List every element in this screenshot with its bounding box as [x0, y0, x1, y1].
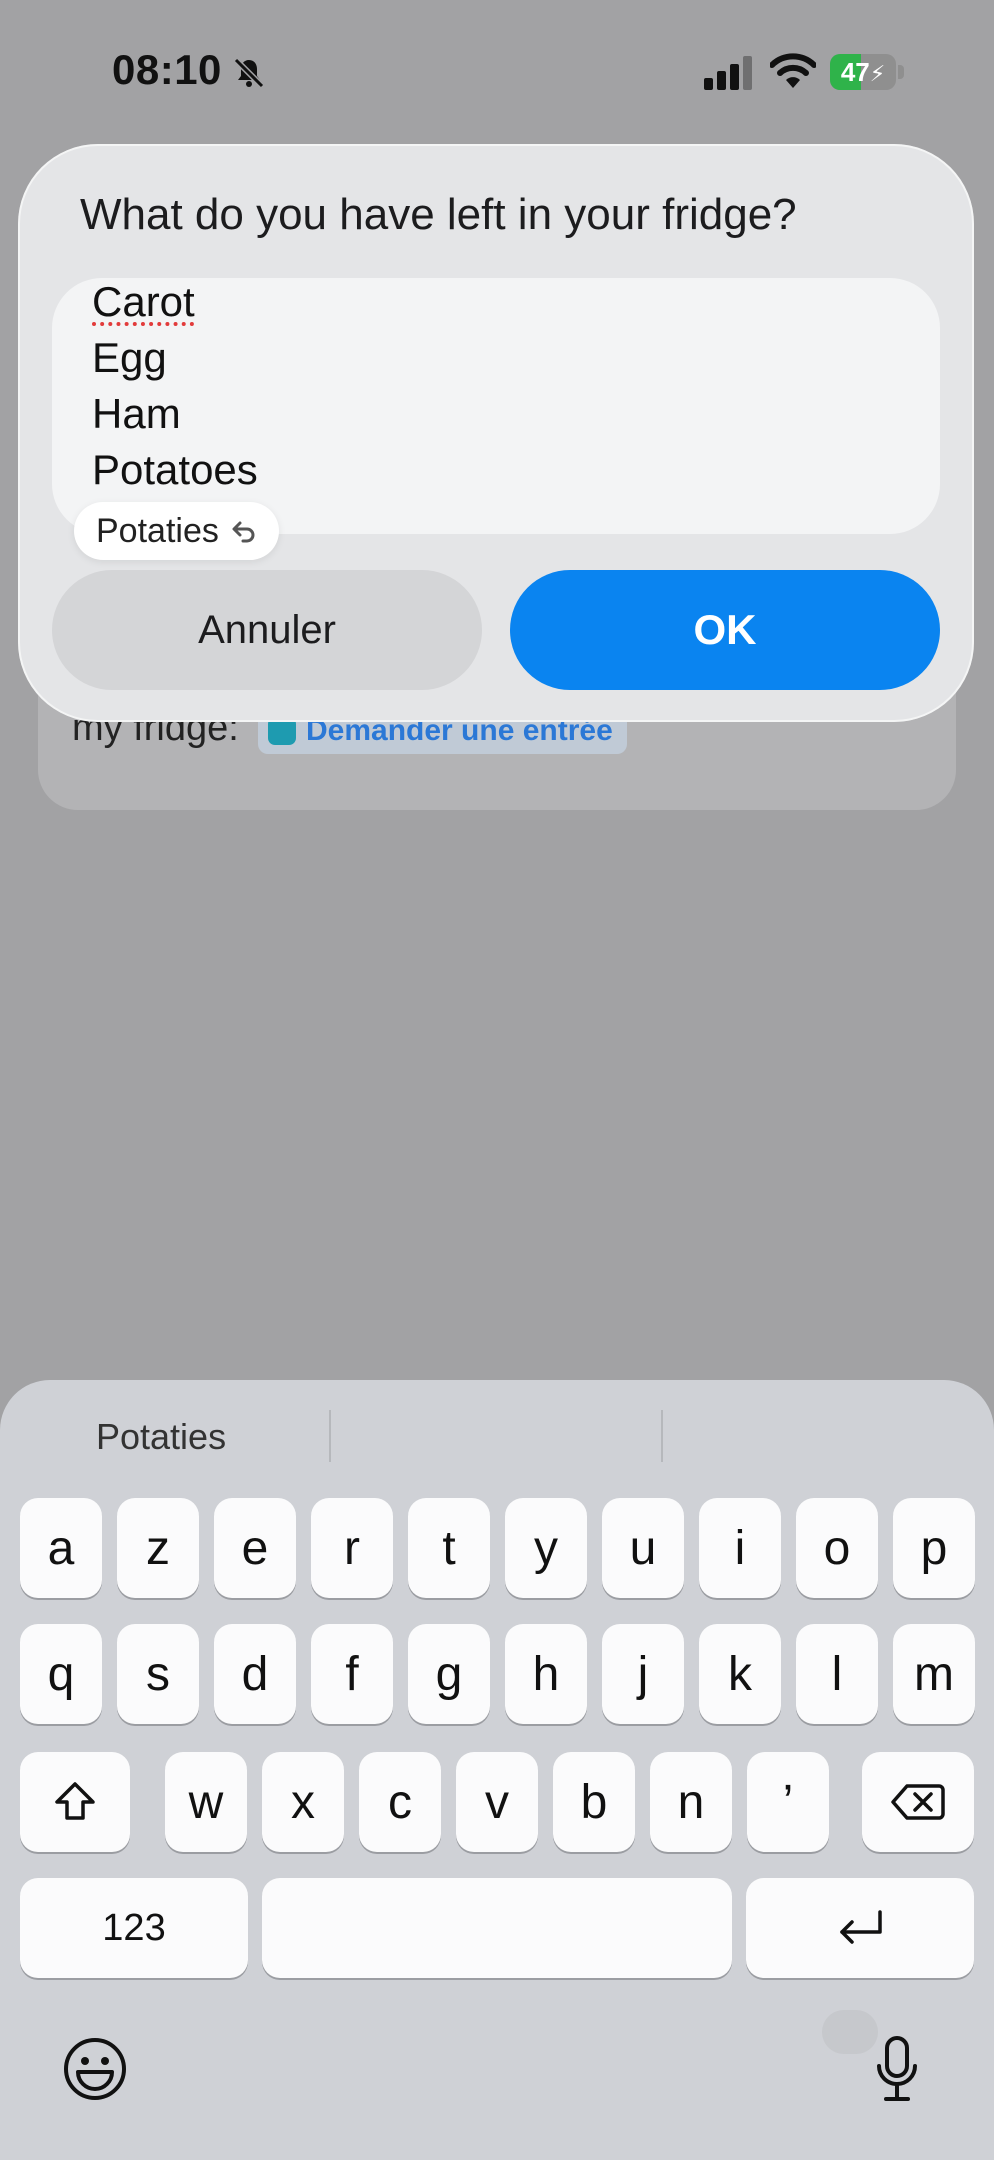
key-w[interactable]: w: [165, 1752, 247, 1852]
prediction-word[interactable]: Potaties: [96, 1416, 226, 1458]
cancel-button[interactable]: Annuler: [52, 570, 482, 690]
key-f[interactable]: f: [311, 1624, 393, 1724]
key-x[interactable]: x: [262, 1752, 344, 1852]
key-apostrophe[interactable]: ’: [747, 1752, 829, 1852]
numbers-key[interactable]: 123: [20, 1878, 248, 1978]
input-line-2: Egg: [92, 334, 167, 381]
autocorrect-undo-pill[interactable]: Potaties: [74, 502, 279, 560]
cellular-signal-icon: [704, 56, 752, 90]
key-m[interactable]: m: [893, 1624, 975, 1724]
key-h[interactable]: h: [505, 1624, 587, 1724]
key-n[interactable]: n: [650, 1752, 732, 1852]
status-time: 08:10: [112, 46, 222, 93]
backspace-icon: [891, 1784, 945, 1820]
key-c[interactable]: c: [359, 1752, 441, 1852]
autocorrect-suggestion: Potaties: [96, 511, 219, 550]
return-icon: [840, 1910, 882, 1944]
wifi-icon: [770, 53, 816, 88]
key-o[interactable]: o: [796, 1498, 878, 1598]
microphone-icon[interactable]: [876, 2036, 918, 2102]
key-j[interactable]: j: [602, 1624, 684, 1724]
input-line-1: Carot: [92, 278, 195, 325]
background-blob: [822, 2010, 878, 2054]
key-r[interactable]: r: [311, 1498, 393, 1598]
input-line-4: Potatoes: [92, 446, 258, 493]
shift-key[interactable]: [20, 1752, 130, 1852]
key-p[interactable]: p: [893, 1498, 975, 1598]
dialog-title: What do you have left in your fridge?: [80, 190, 797, 239]
key-k[interactable]: k: [699, 1624, 781, 1724]
prediction-divider: [661, 1410, 663, 1462]
space-key[interactable]: [262, 1878, 732, 1978]
prediction-divider: [329, 1410, 331, 1462]
ok-button[interactable]: OK: [510, 570, 940, 690]
input-line-3: Ham: [92, 390, 181, 437]
key-a[interactable]: a: [20, 1498, 102, 1598]
key-d[interactable]: d: [214, 1624, 296, 1724]
key-q[interactable]: q: [20, 1624, 102, 1724]
key-y[interactable]: y: [505, 1498, 587, 1598]
key-v[interactable]: v: [456, 1752, 538, 1852]
key-s[interactable]: s: [117, 1624, 199, 1724]
key-g[interactable]: g: [408, 1624, 490, 1724]
shift-icon: [55, 1782, 95, 1820]
key-i[interactable]: i: [699, 1498, 781, 1598]
key-u[interactable]: u: [602, 1498, 684, 1598]
battery-indicator: 47⚡: [830, 54, 904, 90]
key-z[interactable]: z: [117, 1498, 199, 1598]
battery-percent: 47: [840, 57, 870, 87]
backspace-key[interactable]: [862, 1752, 974, 1852]
key-l[interactable]: l: [796, 1624, 878, 1724]
key-e[interactable]: e: [214, 1498, 296, 1598]
emoji-icon[interactable]: [62, 2036, 128, 2102]
key-t[interactable]: t: [408, 1498, 490, 1598]
key-b[interactable]: b: [553, 1752, 635, 1852]
undo-icon: [232, 521, 255, 543]
bell-muted-icon: [233, 57, 265, 89]
return-key[interactable]: [746, 1878, 974, 1978]
